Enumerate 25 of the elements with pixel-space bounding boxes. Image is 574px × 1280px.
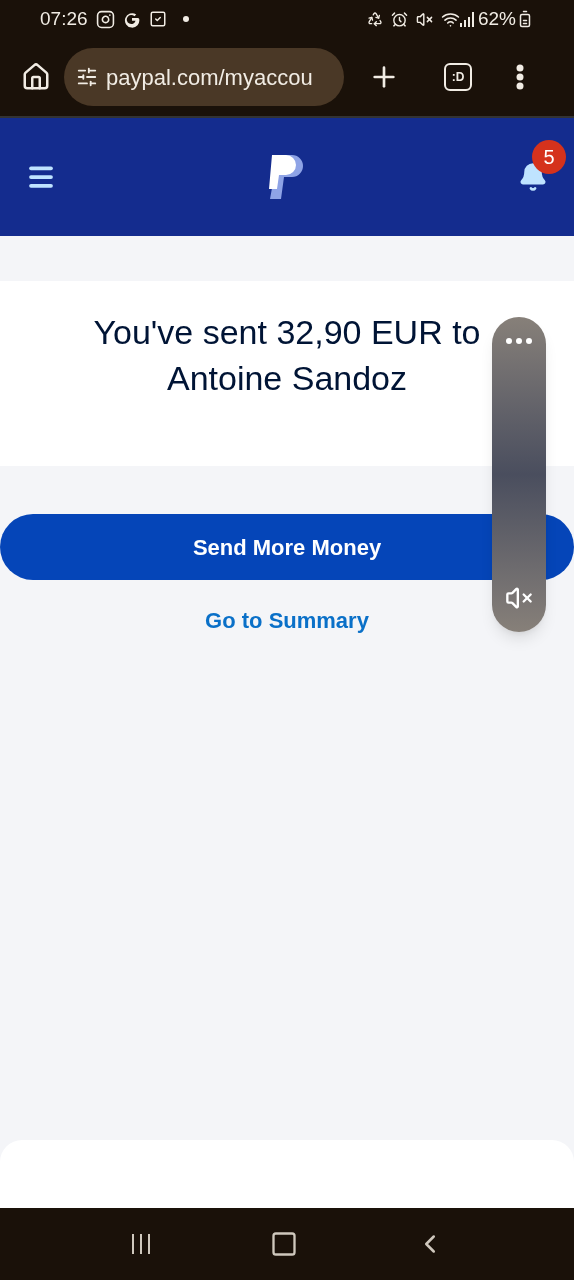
site-settings-icon (76, 66, 98, 88)
confirmation-message: You've sent 32,90 EUR to Antoine Sandoz (92, 312, 482, 399)
home-nav-icon[interactable] (270, 1230, 298, 1258)
alarm-icon (390, 10, 408, 28)
send-more-money-button[interactable]: Send More Money (0, 514, 574, 580)
url-text: paypal.com/myaccou (106, 63, 313, 92)
google-g-icon (122, 10, 141, 28)
paypal-logo (268, 155, 306, 199)
checkbox-app-icon (148, 10, 167, 28)
dot-icon (182, 16, 189, 22)
home-button[interactable] (20, 61, 52, 93)
home-icon (21, 62, 51, 92)
address-bar[interactable]: paypal.com/myaccou (64, 48, 344, 106)
notifications-bell-icon[interactable] (518, 162, 548, 192)
mute-icon (415, 10, 433, 28)
tab-switcher-button[interactable]: :D (444, 63, 472, 91)
battery-percent: 62% (477, 6, 516, 31)
battery-saver-icon (366, 11, 383, 27)
camera-app-icon (95, 9, 115, 29)
go-to-summary-link[interactable]: Go to Summary (205, 604, 369, 637)
signal-icon (459, 11, 474, 27)
more-options-icon[interactable] (505, 337, 533, 345)
clock-time: 07:26 (40, 6, 88, 31)
floating-volume-panel[interactable] (492, 317, 546, 632)
notification-badge: 5 (532, 140, 566, 174)
